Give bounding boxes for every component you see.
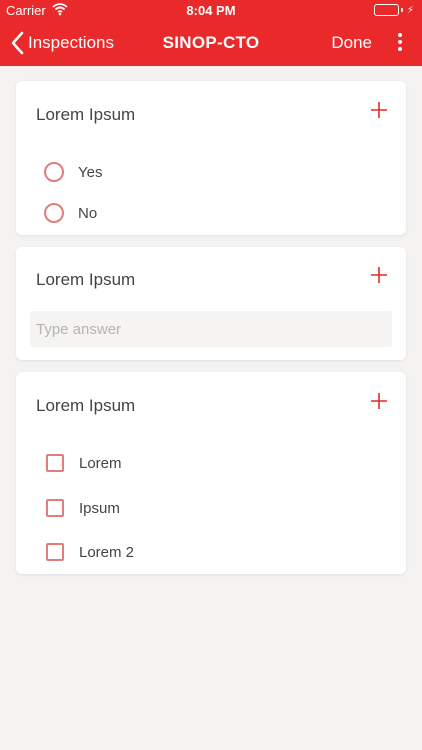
answer-input[interactable] (30, 311, 392, 347)
status-bar: Carrier 8:04 PM ⚡︎ (0, 0, 422, 22)
option-label: Lorem (79, 454, 122, 472)
radio-option-yes[interactable]: Yes (44, 162, 102, 182)
status-time: 8:04 PM (186, 3, 236, 18)
radio-option-no[interactable]: No (44, 203, 97, 223)
more-options-icon[interactable] (396, 30, 404, 56)
option-label: Ipsum (79, 499, 120, 517)
battery-icon: ⚡︎ (373, 4, 414, 16)
question-card-1: Lorem Ipsum Yes No (16, 81, 406, 235)
app-header: Carrier 8:04 PM ⚡︎ Inspections SINOP-CTO… (0, 0, 422, 66)
checkbox-option-ipsum[interactable]: Ipsum (46, 499, 120, 517)
question-title: Lorem Ipsum (36, 105, 136, 124)
plus-icon[interactable] (370, 266, 388, 284)
checkbox-option-lorem-2[interactable]: Lorem 2 (46, 543, 134, 561)
radio-button[interactable] (44, 162, 64, 182)
option-label: No (78, 204, 98, 222)
question-title: Lorem Ipsum (36, 270, 136, 289)
option-label: Lorem 2 (79, 543, 135, 561)
radio-button[interactable] (44, 203, 64, 223)
charging-bolt-icon: ⚡︎ (406, 4, 414, 16)
checkbox[interactable] (46, 499, 64, 517)
plus-icon[interactable] (370, 101, 388, 119)
nav-bar: Inspections SINOP-CTO Done (0, 22, 422, 66)
question-title: Lorem Ipsum (36, 396, 136, 415)
option-label: Yes (78, 163, 103, 181)
checkbox[interactable] (46, 543, 64, 561)
question-card-3: Lorem Ipsum Lorem Ipsum Lorem 2 (16, 372, 406, 574)
done-button[interactable]: Done (331, 33, 372, 53)
plus-icon[interactable] (370, 392, 388, 410)
checkbox[interactable] (46, 454, 64, 472)
question-card-2: Lorem Ipsum (16, 247, 406, 360)
checkbox-option-lorem[interactable]: Lorem (46, 454, 122, 472)
